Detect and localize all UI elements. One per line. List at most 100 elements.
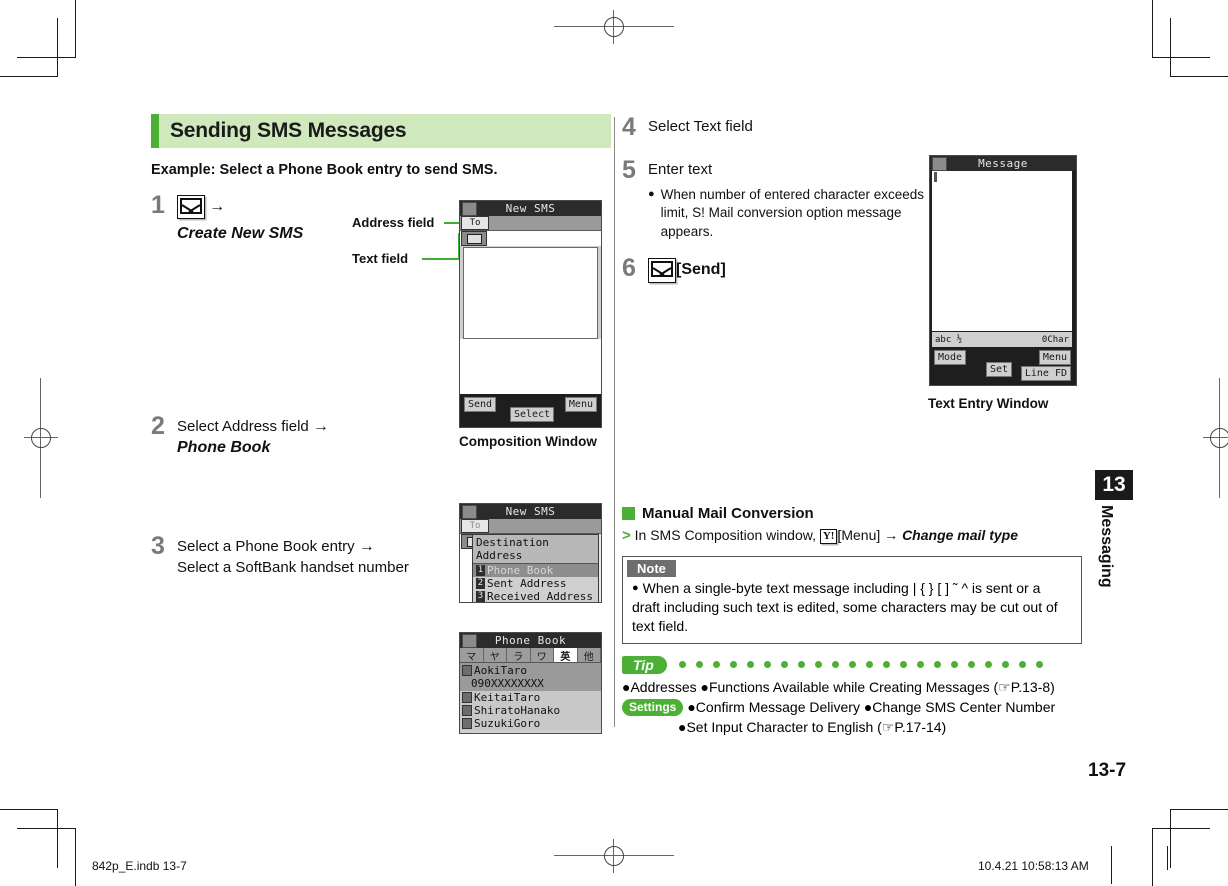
section-accent-bar xyxy=(151,114,159,148)
step-3-arrow: → xyxy=(358,538,375,556)
note-label: Note xyxy=(627,560,676,578)
chapter-number-tab: 13 xyxy=(1095,470,1133,500)
tip-dot xyxy=(763,661,771,669)
composition-address-row[interactable]: To xyxy=(460,216,601,231)
step-5-body: Enter text ● When number of entered char… xyxy=(648,157,948,241)
step-2-text: Select Address field xyxy=(177,417,309,435)
contact-icon-4 xyxy=(462,718,472,729)
step-1-body: → Create New SMS xyxy=(177,192,303,245)
tip-dot xyxy=(882,661,890,669)
softkey-menu-2[interactable]: Menu xyxy=(1038,350,1071,365)
phonebook-tab-other[interactable]: 他 xyxy=(578,648,601,663)
section-header: Sending SMS Messages xyxy=(151,114,611,148)
step-5-number: 5 xyxy=(622,156,636,185)
phonebook-entry-2[interactable]: KeitaiTaro xyxy=(460,691,601,704)
destination-address-row[interactable]: To xyxy=(460,519,601,534)
step-1-number: 1 xyxy=(151,191,165,219)
text-entry-title: Message xyxy=(978,157,1028,170)
menu-item-number-2: 2 xyxy=(476,578,485,589)
phonebook-entry-4[interactable]: SuzukiGoro xyxy=(460,717,601,730)
green-square-icon xyxy=(622,506,635,520)
manual-conversion-arrow: → xyxy=(884,526,899,543)
tip-dots xyxy=(678,661,1043,669)
manual-page: Sending SMS Messages Example: Select a P… xyxy=(0,0,1228,886)
example-line: Example: Select a Phone Book entry to se… xyxy=(151,162,498,178)
destination-title-bar: New SMS xyxy=(460,504,601,519)
gt-marker: > xyxy=(622,526,631,544)
text-entry-softkeys: Mode Set Menu Line FD xyxy=(930,348,1076,385)
step-4-number: 4 xyxy=(622,113,636,141)
menu-item-sent-address[interactable]: 2 Sent Address xyxy=(473,577,598,590)
note-text-row: ● When a single-byte text message includi… xyxy=(623,579,1081,636)
tip-dot xyxy=(933,661,941,669)
phonebook-tab-ra[interactable]: ラ xyxy=(507,648,531,663)
softkey-set[interactable]: Set xyxy=(986,362,1013,377)
text-entry-area[interactable] xyxy=(932,171,1072,331)
tip-dot xyxy=(678,661,686,669)
phonebook-entry-selected[interactable]: AokiTaro 090XXXXXXXX xyxy=(460,663,601,691)
tip-dot xyxy=(712,661,720,669)
phonebook-tab-wa[interactable]: ワ xyxy=(531,648,554,663)
text-field-icon xyxy=(461,231,487,246)
address-to-tag-2: To xyxy=(461,519,489,533)
softkey-line-fd[interactable]: Line FD xyxy=(1020,366,1071,381)
phonebook-entry-number-1[interactable]: 090XXXXXXXX xyxy=(460,677,601,690)
mail-key-icon-2 xyxy=(648,258,676,283)
input-mode-indicator: abc ½ xyxy=(935,334,963,345)
softkey-mode[interactable]: Mode xyxy=(934,350,967,365)
mail-key-icon xyxy=(177,195,205,220)
step-2-arrow: → xyxy=(312,417,329,435)
char-count-indicator: 0Char xyxy=(1041,334,1069,345)
left-column: Sending SMS Messages Example: Select a P… xyxy=(151,114,611,734)
mail-status-icon-2 xyxy=(462,505,477,519)
manual-conversion-step: > In SMS Composition window, Y! [Menu] → … xyxy=(622,525,1082,548)
tip-dot xyxy=(848,661,856,669)
phonebook-tab-eng[interactable]: 英 xyxy=(554,648,578,663)
step-2: 2 Select Address field → Phone Book xyxy=(151,413,611,459)
step-2-number: 2 xyxy=(151,411,165,440)
menu-item-received-address[interactable]: 3 Received Address xyxy=(473,590,598,602)
manual-conversion-post: Change mail type xyxy=(902,526,1018,543)
phonebook-title: Phone Book xyxy=(494,634,567,647)
step-4: 4 Select Text field xyxy=(622,113,1082,141)
note-box: Note ● When a single-byte text message in… xyxy=(622,556,1082,644)
tip-line-2-row: Settings ●Confirm Message Delivery ●Chang… xyxy=(622,697,1082,717)
back-arrow-icon[interactable] xyxy=(462,634,477,648)
composition-text-row[interactable] xyxy=(460,231,601,246)
settings-badge: Settings xyxy=(622,699,684,717)
tip-header-row: Tip xyxy=(622,655,1082,674)
note-bullet-icon: ● xyxy=(632,582,639,595)
softkey-menu[interactable]: Menu xyxy=(564,397,597,412)
phonebook-tab-ma[interactable]: マ xyxy=(460,648,484,663)
phonebook-title-bar: Phone Book xyxy=(460,633,601,648)
composition-title-bar: New SMS xyxy=(460,201,601,216)
manual-conversion-title: Manual Mail Conversion xyxy=(642,504,814,522)
bullet-dot-icon: ● xyxy=(648,187,655,200)
phone-screen-phonebook: Phone Book マ ヤ ラ ワ 英 他 AokiTaro 090XXXXX… xyxy=(459,632,602,734)
tip-line-1: ●Addresses ●Functions Available while Cr… xyxy=(622,678,1055,695)
tip-dot xyxy=(695,661,703,669)
tip-badge: Tip xyxy=(622,655,667,674)
text-entry-status-bar: abc ½ 0Char xyxy=(932,332,1072,347)
composition-title: New SMS xyxy=(505,202,556,215)
mail-status-icon-3 xyxy=(932,157,947,171)
address-to-tag: To xyxy=(461,216,489,230)
tip-dot xyxy=(916,661,924,669)
manual-conversion-pre: In SMS Composition window, xyxy=(634,526,816,543)
step-6-label: [Send] xyxy=(676,261,726,279)
column-divider xyxy=(614,117,615,727)
step-6-number: 6 xyxy=(622,254,636,283)
step-6-body: [Send] xyxy=(648,255,726,283)
composition-text-area[interactable] xyxy=(463,247,598,339)
contact-icon-2 xyxy=(462,692,472,703)
chapter-label: Messaging xyxy=(1098,505,1115,588)
softkey-send[interactable]: Send xyxy=(464,397,497,412)
callout-text-field: Text field xyxy=(352,251,409,266)
page-number: 13-7 xyxy=(1088,760,1127,781)
tip-dot xyxy=(746,661,754,669)
callout-address-field: Address field xyxy=(352,215,435,230)
phonebook-entry-3[interactable]: ShiratoHanako xyxy=(460,704,601,717)
phonebook-tab-ya[interactable]: ヤ xyxy=(484,648,507,663)
tip-dot xyxy=(984,661,992,669)
contact-icon-3 xyxy=(462,705,472,716)
